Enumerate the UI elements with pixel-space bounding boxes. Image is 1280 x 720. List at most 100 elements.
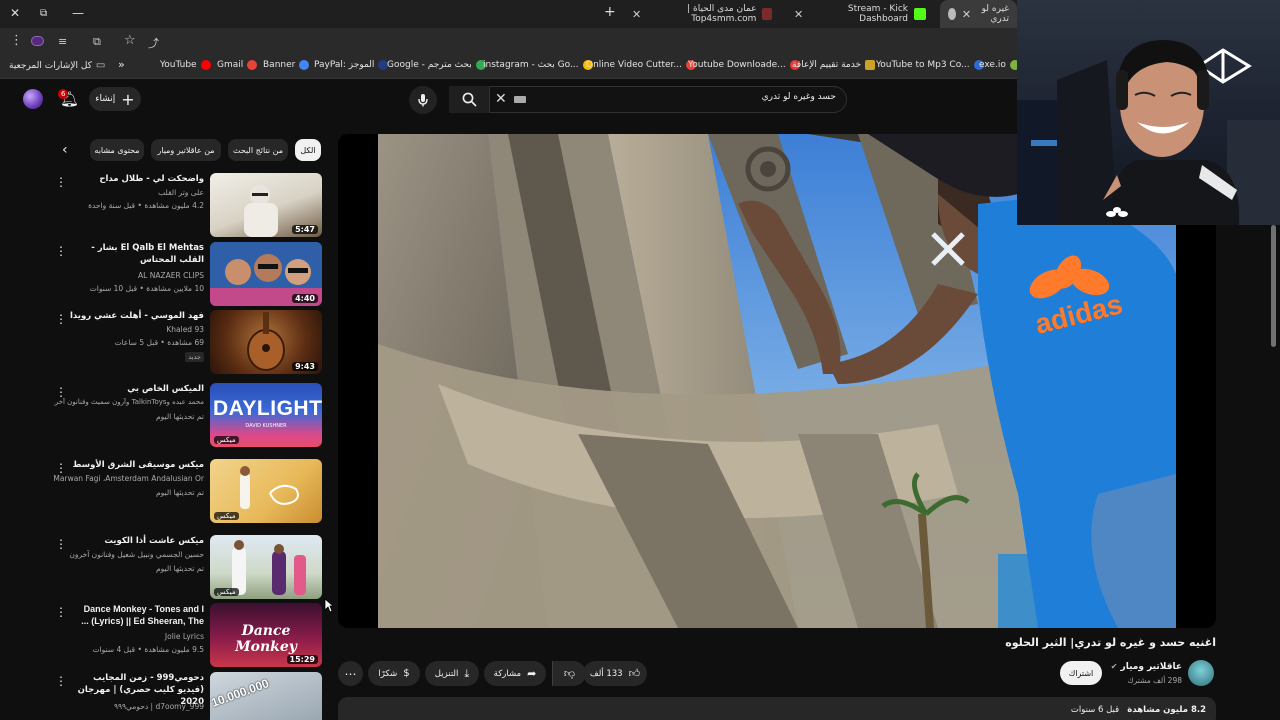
close-tab-icon[interactable]: ✕ (794, 8, 803, 21)
webcam-scene (1017, 40, 1280, 225)
list-item[interactable]: 4:40 El Qalb El Mehtas بشار - القلب المح… (50, 242, 322, 310)
upload-date: قبل 6 سنوات (1070, 705, 1120, 715)
account-avatar[interactable] (23, 89, 43, 109)
download-button[interactable]: ⤓ التنزيل (425, 661, 479, 686)
share-page-icon[interactable]: ⤴ (148, 35, 159, 51)
microphone-icon (418, 94, 428, 107)
kick-favicon-icon (914, 8, 926, 20)
folder-icon: ▭ (95, 60, 106, 71)
tab-current-video[interactable]: غيره لو تدري ✕ (940, 0, 1017, 28)
bookmark-exe-io[interactable]: exe.io (979, 60, 1020, 70)
bookmark-banner[interactable]: Banner (263, 60, 310, 70)
bookmark-gmail[interactable]: Gmail (217, 60, 258, 70)
bookmark-instagram-search[interactable]: instagram - بحث Go... (483, 60, 593, 70)
super-thanks-icon: $ (403, 668, 410, 679)
list-item[interactable]: 9:43 فهد الموسي - أهلت عشي رويدا Khaled … (50, 310, 322, 378)
chip-from-search[interactable]: من نتائج البحث (228, 139, 288, 161)
channel-avatar[interactable] (1188, 660, 1214, 686)
new-badge: جديد (185, 352, 204, 362)
tab-top4smm[interactable]: عمان مدى الحياة | Top4smm.com ✕ (624, 0, 780, 28)
dislike-button[interactable]: 👎︎ (552, 661, 586, 686)
more-actions-icon[interactable]: ⋮ (55, 537, 67, 551)
video-thumbnail[interactable]: ميكس (210, 535, 322, 599)
search-input[interactable] (536, 92, 836, 102)
list-item[interactable]: 5:47 واضحكت لي - طلال مداح على وتر القلب… (50, 173, 322, 241)
search-bar[interactable]: ✕ (489, 86, 847, 113)
share-button[interactable]: ➦ مشاركة (484, 661, 546, 686)
more-dots-icon: ⋯ (344, 666, 357, 681)
chips-scroll-left-icon[interactable]: ‹ (62, 142, 68, 158)
video-thumbnail[interactable]: DAYLIGHT DAVID KUSHNER ميكس (210, 383, 322, 447)
more-actions-icon[interactable]: ⋮ (55, 385, 67, 399)
restore-icon[interactable]: ⧉ (40, 8, 47, 19)
view-count: 8.2 مليون مشاهدة (1127, 705, 1206, 715)
browser-toolbar: ⋮ ≡ ⧉ ☆ ⤴ (0, 28, 1017, 55)
search-icon (462, 92, 477, 107)
bookmarks-bar: كل الإشارات المرجعية ▭ » YouTube Gmail B… (0, 55, 1020, 79)
share-arrow-icon: ➦ (527, 667, 537, 680)
profile-avatar[interactable] (31, 36, 44, 46)
close-tab-icon[interactable]: ✕ (962, 8, 971, 21)
search-button[interactable] (449, 86, 489, 113)
bookmark-youtube-downloader[interactable]: Youtube Downloade... (688, 60, 800, 70)
video-thumbnail[interactable]: 5:47 (210, 173, 322, 237)
list-item[interactable]: DAYLIGHT DAVID KUSHNER ميكس الميكس الخاص… (50, 383, 322, 451)
keyboard-icon[interactable] (514, 96, 526, 103)
subscribe-button[interactable]: اشتراك (1060, 661, 1102, 685)
bookmark-disability-service[interactable]: خدمة تقييم الإعاقة (792, 60, 876, 70)
video-thumbnail[interactable]: ميكس (210, 459, 322, 523)
more-actions-icon[interactable]: ⋮ (55, 175, 67, 189)
bookmark-google-translate[interactable]: Google - بحث مترجم (387, 60, 486, 70)
chip-all[interactable]: الكل (295, 139, 321, 161)
video-thumbnail[interactable]: 4:40 (210, 242, 322, 306)
extensions-icon[interactable]: ⧉ (93, 35, 101, 49)
thumbs-down-icon: 👎︎ (563, 667, 576, 680)
more-actions-icon[interactable]: ⋮ (55, 674, 67, 688)
more-actions-icon[interactable]: ⋮ (55, 605, 67, 619)
bookmark-video-cutter[interactable]: Online Video Cutter... (586, 60, 697, 70)
thanks-button[interactable]: $ شكرًا (368, 661, 420, 686)
plus-icon: + (121, 89, 135, 109)
verified-icon: ✔︎ (1110, 662, 1118, 671)
youtube-icon (200, 60, 211, 70)
more-actions-icon[interactable]: ⋮ (55, 244, 67, 258)
minimize-icon[interactable]: ✕ (10, 6, 20, 20)
bookmark-youtube[interactable]: YouTube (160, 60, 211, 70)
bookmark-star-icon[interactable]: ☆ (124, 33, 136, 48)
video-thumbnail[interactable]: Dance Monkey 15:29 (210, 603, 322, 667)
tab-kick-dashboard[interactable]: Stream - Kick Dashboard ✕ (786, 0, 934, 28)
gmail-icon (247, 60, 258, 70)
new-tab-button[interactable]: + (604, 4, 616, 20)
list-item[interactable]: Dance Monkey 15:29 Dance Monkey - Tones … (50, 603, 322, 671)
create-button[interactable]: إنشاء + (89, 87, 141, 111)
more-actions-icon[interactable]: ⋮ (55, 461, 67, 475)
more-actions-icon[interactable]: ⋮ (55, 312, 67, 326)
mouse-cursor-icon (324, 598, 334, 613)
bookmark-paypal[interactable]: PayPal: الموجز (314, 60, 389, 70)
banner-icon (299, 60, 310, 70)
chip-similar[interactable]: محتوى مشابه (90, 139, 144, 161)
close-tab-icon[interactable]: ✕ (632, 8, 641, 21)
list-item[interactable]: ميكس ميكس موسيقى الشرق الأوسط Marwan Fag… (50, 459, 322, 527)
download-icon: ⤓ (464, 666, 470, 680)
menu-dots-icon[interactable]: ⋮ (10, 33, 23, 48)
more-bookmarks-icon[interactable]: » (118, 58, 125, 71)
like-button[interactable]: 👍︎ 133 ألف (583, 661, 647, 686)
minimize-window-icon[interactable]: — (72, 6, 84, 20)
list-item[interactable]: ميكس ميكس عاشت أذا الكويت حسين الجسمي ون… (50, 535, 322, 603)
clear-search-icon[interactable]: ✕ (495, 91, 507, 107)
bookmark-mp3-converter[interactable]: YouTube to Mp3 Co... (876, 60, 984, 70)
scrollbar-thumb[interactable] (1271, 225, 1276, 347)
bookmark-all[interactable]: كل الإشارات المرجعية ▭ (9, 60, 105, 71)
list-item[interactable]: 10.000.000 دحومي999 - زمن المجايب (فيديو… (50, 672, 322, 720)
more-actions-button[interactable]: ⋯ (338, 661, 363, 686)
service-icon (865, 60, 876, 70)
voice-search-button[interactable] (409, 86, 437, 114)
video-thumbnail[interactable]: 10.000.000 (210, 672, 322, 720)
description-box[interactable]: 8.2 مليون مشاهدة قبل 6 سنوات (338, 697, 1216, 720)
media-control-icon[interactable]: ≡ (58, 35, 67, 48)
audio-playing-icon (948, 8, 956, 20)
webcam-overlay (1017, 0, 1280, 225)
video-thumbnail[interactable]: 9:43 (210, 310, 322, 374)
chip-from-channel[interactable]: من عاقلاتير وميار (151, 139, 221, 161)
